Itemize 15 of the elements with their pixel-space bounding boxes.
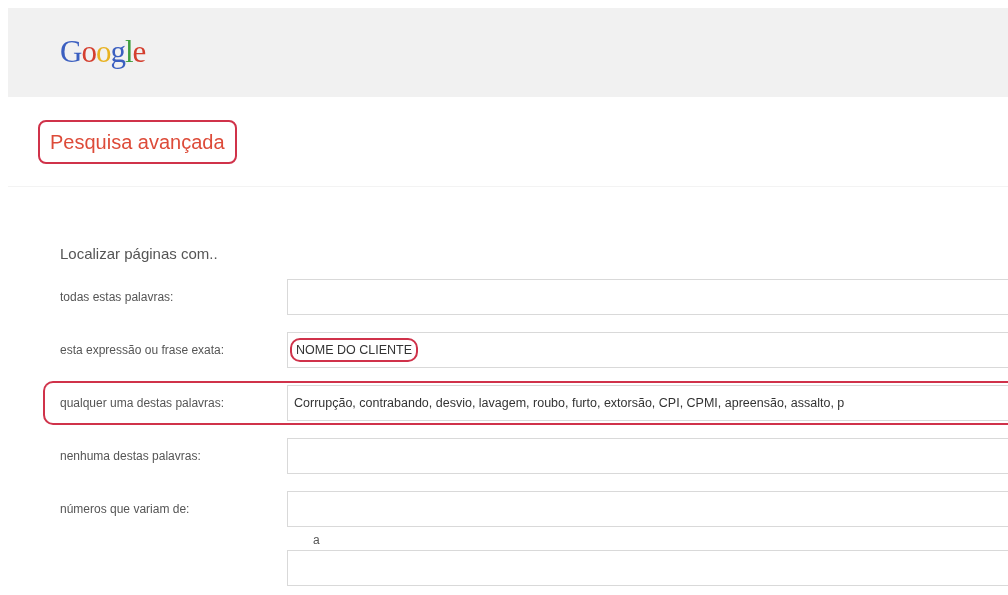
range-separator: a (312, 532, 320, 549)
input-field[interactable] (287, 550, 1008, 586)
input-field[interactable] (287, 491, 1008, 527)
input-field[interactable]: NOME DO CLIENTE (287, 332, 1008, 368)
field-label: esta expressão ou frase exata: (60, 342, 226, 359)
google-logo[interactable]: Google (60, 29, 146, 76)
input-field[interactable] (287, 279, 1008, 315)
section-heading: Localizar páginas com.. (60, 244, 218, 264)
field-label: números que variam de: (60, 501, 191, 518)
field-label: nenhuma destas palavras: (60, 448, 202, 465)
input-field[interactable] (287, 438, 1008, 474)
field-label: todas estas palavras: (60, 289, 175, 306)
input-field[interactable]: Corrupção, contrabando, desvio, lavagem, roubo, furto, extorsão, CPI, CPMI, apreensão, assalto, p (287, 385, 1008, 421)
field-label: qualquer uma destas palavras: (60, 395, 226, 412)
page-title: Pesquisa avançada (38, 119, 237, 164)
